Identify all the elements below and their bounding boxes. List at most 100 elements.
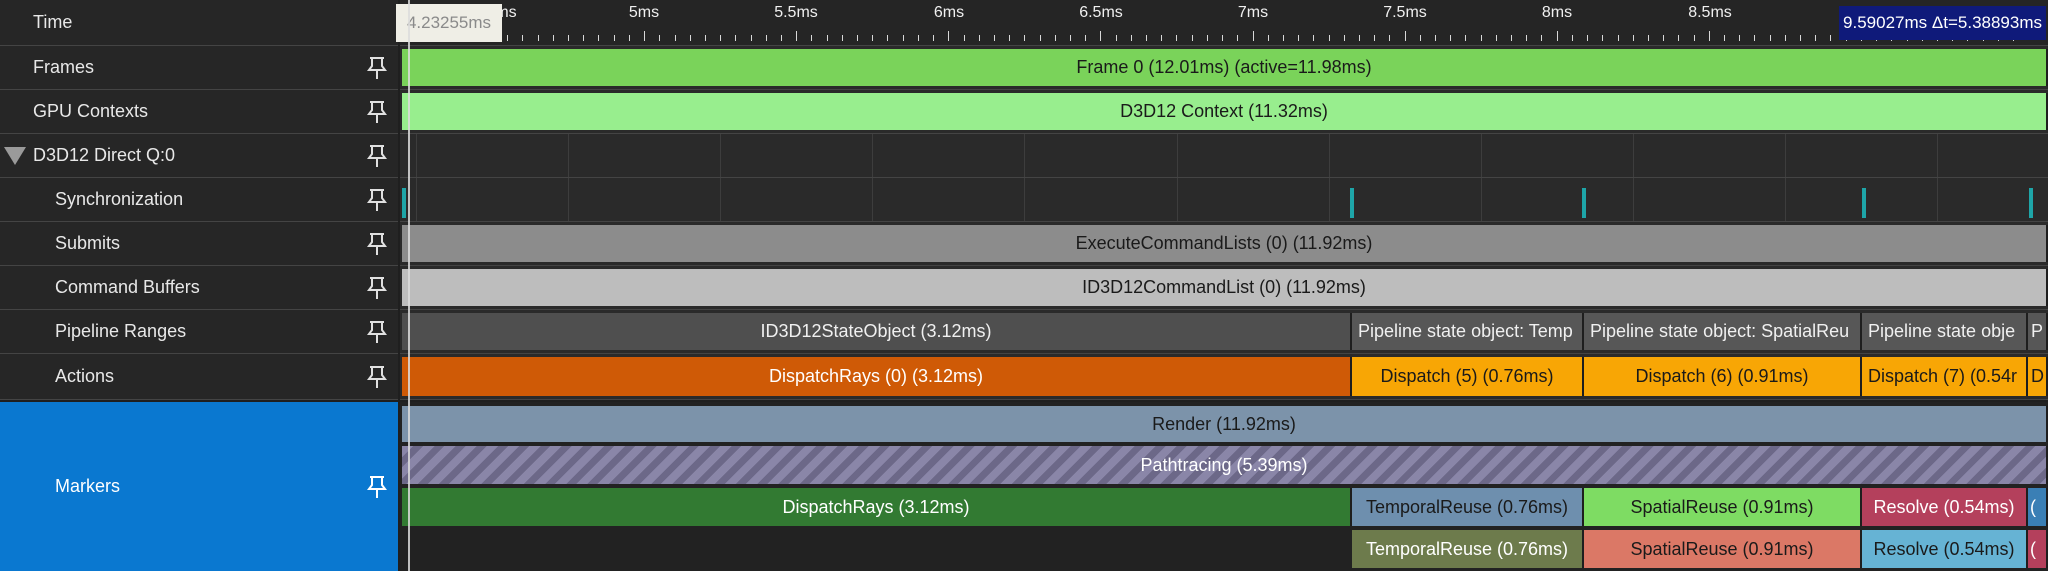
dispatch-6-bar[interactable]: Dispatch (6) (0.91ms) [1584,357,1862,396]
dispatch-6-label: Dispatch (6) (0.91ms) [1635,366,1809,386]
grid-line [568,178,570,221]
ruler-tick [1465,35,1467,41]
ruler-tick [1678,35,1680,41]
ruler-tick [1617,35,1619,41]
sync-event-marker[interactable] [1862,188,1866,218]
frames-label-cell[interactable]: Frames [0,46,398,90]
grid-line [568,134,570,177]
command-buffers-track: ID3D12CommandList (0) (11.92ms) [400,266,2048,310]
gpu-contexts-label-cell[interactable]: GPU Contexts [0,90,398,134]
command-list-bar[interactable]: ID3D12CommandList (0) (11.92ms) [402,269,2048,306]
submits-label-cell[interactable]: Submits [0,222,398,266]
ruler-tick [933,35,935,41]
pso-last-bar[interactable]: P [2028,313,2048,350]
spatial-reuse-marker-label: SpatialReuse (0.91ms) [1630,496,1814,517]
resolve-marker[interactable]: Resolve (0.54ms) [1862,488,2028,526]
ruler-tick [1328,35,1330,41]
actions-row: Actions DispatchRays (0) (3.12ms) Dispat… [0,354,2048,400]
execute-command-lists-bar[interactable]: ExecuteCommandLists (0) (11.92ms) [402,225,2048,262]
ruler-tick [1526,35,1528,41]
ruler-tick [613,35,615,41]
render-marker[interactable]: Render (11.92ms) [402,406,2048,442]
dispatch-5-label: Dispatch (5) (0.76ms) [1380,366,1554,386]
pin-icon[interactable] [366,99,388,125]
pso-spatial-bar[interactable]: Pipeline state object: SpatialReu [1584,313,1862,350]
last-marker[interactable]: ( [2028,488,2048,526]
frame-bar[interactable]: Frame 0 (12.01ms) (active=11.98ms) [402,49,2048,86]
state-object-bar[interactable]: ID3D12StateObject (3.12ms) [402,313,1352,350]
context-bar[interactable]: D3D12 Context (11.32ms) [402,93,2048,130]
sync-event-marker[interactable] [2029,188,2033,218]
pipeline-ranges-label-cell[interactable]: Pipeline Ranges [0,310,398,354]
dispatch-rays-bar[interactable]: DispatchRays (0) (3.12ms) [402,357,1352,396]
ruler-tick [1480,35,1482,41]
dispatch-rays-marker[interactable]: DispatchRays (3.12ms) [402,488,1352,526]
pathtracing-marker[interactable]: Pathtracing (5.39ms) [402,446,2048,484]
pin-icon[interactable] [366,187,388,213]
ruler-tick [1206,35,1208,41]
temporal-reuse-marker-label: TemporalReuse (0.76ms) [1365,496,1569,517]
markers-row: Markers Render (11.92ms) Pathtracing (5.… [0,402,2048,571]
ruler-tick [1358,35,1360,41]
last-child-marker[interactable]: ( [2028,530,2048,568]
temporal-reuse-child-marker[interactable]: TemporalReuse (0.76ms) [1352,530,1584,568]
spatial-reuse-child-marker[interactable]: SpatialReuse (0.91ms) [1584,530,1862,568]
ruler-tick [1374,35,1376,41]
dispatch-8-bar[interactable]: D [2028,357,2048,396]
actions-label: Actions [55,366,115,386]
submits-label: Submits [55,233,121,253]
ruler-tick [1663,35,1665,41]
ruler-tick [1282,35,1284,41]
tick-label: 6ms [933,4,965,21]
pso-resolve-bar[interactable]: Pipeline state obje [1862,313,2028,350]
ruler-tick [1647,35,1649,41]
spatial-reuse-child-label: SpatialReuse (0.91ms) [1630,538,1814,559]
pin-icon[interactable] [366,55,388,81]
dispatch-7-label: Dispatch (7) (0.54r [1868,366,2018,386]
frames-track: Frame 0 (12.01ms) (active=11.98ms) [400,46,2048,90]
pin-icon[interactable] [366,275,388,301]
time-ruler-row: Time ms 5ms 5.5ms 6ms 6.5ms 7ms 7.5ms 8m… [0,0,2048,46]
pipeline-ranges-track: ID3D12StateObject (3.12ms) Pipeline stat… [400,310,2048,354]
ruler-tick [1632,35,1634,41]
synchronization-row: Synchronization [0,178,2048,222]
ruler-tick [1085,35,1087,41]
pin-icon[interactable] [366,143,388,169]
frames-label: Frames [33,57,95,77]
pin-icon[interactable] [366,474,388,500]
grid-line [1632,178,1634,221]
dispatch-7-bar[interactable]: Dispatch (7) (0.54r [1862,357,2028,396]
ruler-tick [1389,35,1391,41]
ruler-tick [1100,31,1102,41]
direct-queue-row: D3D12 Direct Q:0 [0,134,2048,178]
sync-event-marker[interactable] [1350,188,1354,218]
selection-readout: 9.59027ms Δt=5.38893ms [1839,6,2046,40]
resolve-child-marker[interactable]: Resolve (0.54ms) [1862,530,2028,568]
command-buffers-label-cell[interactable]: Command Buffers [0,266,398,310]
spatial-reuse-marker[interactable]: SpatialReuse (0.91ms) [1584,488,1862,526]
tick-label: 7.5ms [1383,4,1427,21]
sync-event-marker[interactable] [1582,188,1586,218]
time-label: Time [33,12,73,32]
time-ruler[interactable]: ms 5ms 5.5ms 6ms 6.5ms 7ms 7.5ms 8ms 8.5… [396,0,2048,46]
command-buffers-label: Command Buffers [55,277,200,297]
temporal-reuse-marker[interactable]: TemporalReuse (0.76ms) [1352,488,1584,526]
pso-temporal-label: Pipeline state object: Temp [1358,321,1573,341]
frame-bar-label: Frame 0 (12.01ms) (active=11.98ms) [1076,57,1372,77]
direct-queue-label-cell[interactable]: D3D12 Direct Q:0 [0,134,398,178]
pso-temporal-bar[interactable]: Pipeline state object: Temp [1352,313,1584,350]
actions-label-cell[interactable]: Actions [0,354,398,400]
markers-label-cell[interactable]: Markers [0,402,398,571]
sync-event-marker[interactable] [402,188,406,218]
collapse-triangle-icon[interactable] [4,147,26,165]
ruler-tick [568,35,570,41]
pin-icon[interactable] [366,364,388,390]
last-marker-label: ( [2030,496,2036,517]
grid-line [1937,178,1938,221]
synchronization-label-cell[interactable]: Synchronization [0,178,398,222]
dispatch-5-bar[interactable]: Dispatch (5) (0.76ms) [1352,357,1584,396]
pin-icon[interactable] [366,231,388,257]
grid-line [872,134,874,177]
pin-icon[interactable] [366,319,388,345]
ruler-tick [1069,35,1071,41]
